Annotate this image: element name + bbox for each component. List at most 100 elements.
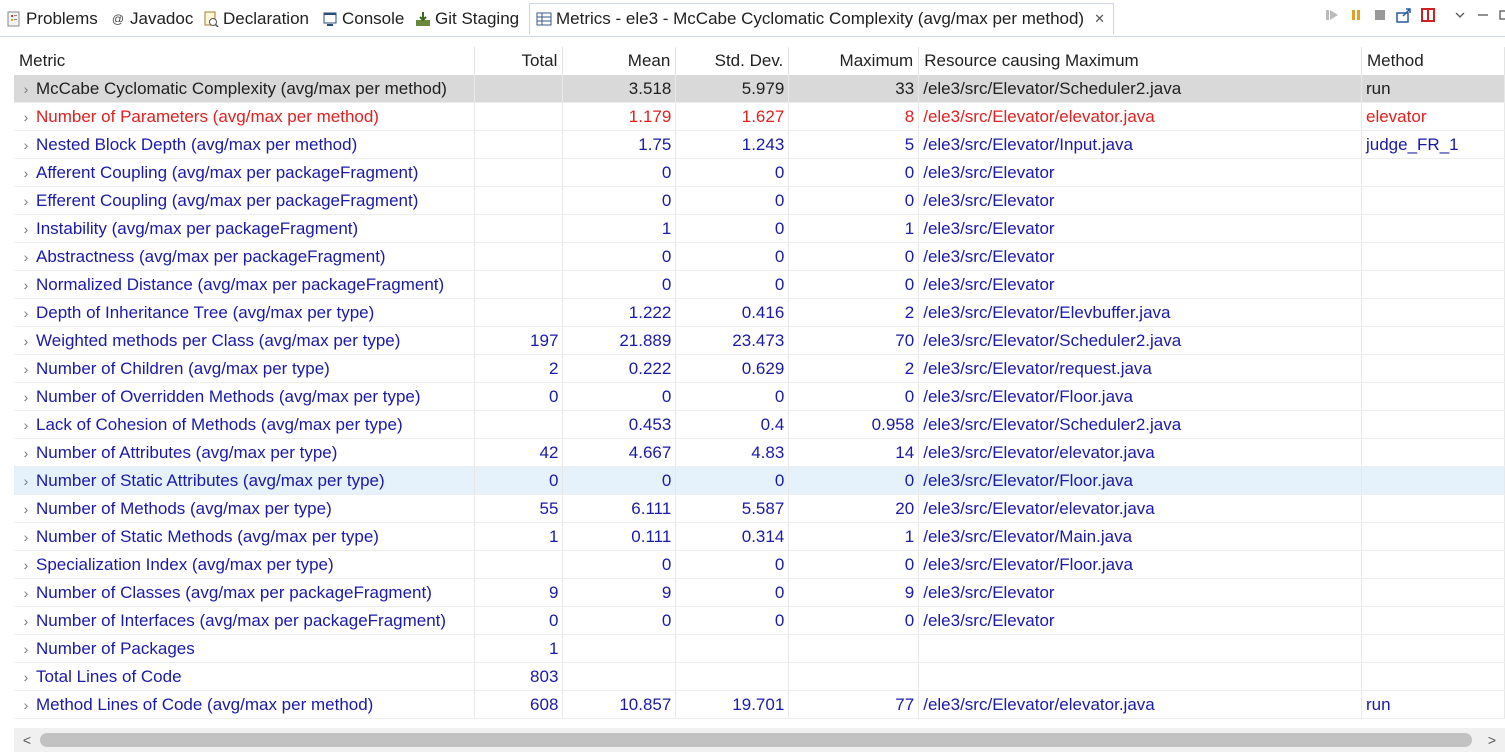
expand-chevron-icon[interactable]: › [16, 585, 36, 601]
table-row[interactable]: › Afferent Coupling (avg/max per packageF… [14, 158, 1505, 187]
metric-label: Method Lines of Code (avg/max per method… [36, 694, 374, 714]
expand-chevron-icon[interactable]: › [16, 277, 36, 293]
column-header-mean[interactable]: Mean [562, 47, 677, 75]
pause-icon[interactable] [1348, 7, 1364, 23]
table-row[interactable]: › Nested Block Depth (avg/max per method)… [14, 130, 1505, 159]
total-cell: 55 [474, 494, 564, 523]
std-dev-cell [675, 634, 790, 663]
table-row[interactable]: › McCabe Cyclomatic Complexity (avg/max p… [14, 75, 1505, 103]
metric-cell: › Efferent Coupling (avg/max per packageF… [14, 186, 476, 215]
expand-chevron-icon[interactable]: › [16, 81, 36, 97]
metric-cell: › Number of Children (avg/max per type) [14, 354, 476, 383]
total-cell: 0 [474, 382, 564, 411]
tab-declaration[interactable]: Declaration [203, 4, 309, 34]
table-row[interactable]: › Number of Interfaces (avg/max per packa… [14, 606, 1505, 635]
resource-cell: /ele3/src/Elevator/request.java [918, 354, 1362, 383]
metric-cell: › McCabe Cyclomatic Complexity (avg/max p… [14, 75, 476, 103]
total-cell: 1 [474, 634, 564, 663]
total-cell [474, 298, 564, 327]
table-row[interactable]: › Number of Overridden Methods (avg/max p… [14, 382, 1505, 411]
metric-cell: › Total Lines of Code [14, 662, 476, 691]
scrollbar-thumb[interactable] [40, 733, 1472, 747]
table-row[interactable]: › Number of Children (avg/max per type) 2 0… [14, 354, 1505, 383]
expand-chevron-icon[interactable]: › [16, 221, 36, 237]
total-cell [474, 158, 564, 187]
mean-cell: 9 [562, 578, 677, 607]
table-row[interactable]: › Number of Parameters (avg/max per metho… [14, 102, 1505, 131]
column-header-metric[interactable]: Metric [14, 47, 476, 75]
table-row[interactable]: › Abstractness (avg/max per packageFragme… [14, 242, 1505, 271]
resource-cell: /ele3/src/Elevator/elevator.java [918, 102, 1362, 131]
metric-cell: › Depth of Inheritance Tree (avg/max per … [14, 298, 476, 327]
close-icon[interactable]: ✕ [1094, 11, 1105, 27]
expand-chevron-icon[interactable]: › [16, 193, 36, 209]
tab-console[interactable]: Console [322, 4, 404, 34]
table-row[interactable]: › Number of Static Attributes (avg/max pe… [14, 466, 1505, 495]
table-row[interactable]: › Efferent Coupling (avg/max per packageF… [14, 186, 1505, 215]
resource-cell: /ele3/src/Elevator/Floor.java [918, 382, 1362, 411]
expand-chevron-icon[interactable]: › [16, 109, 36, 125]
expand-chevron-icon[interactable]: › [16, 529, 36, 545]
table-row[interactable]: › Number of Methods (avg/max per type) 55 6… [14, 494, 1505, 523]
table-row[interactable]: › Weighted methods per Class (avg/max per… [14, 326, 1505, 355]
run-icon[interactable] [1324, 7, 1340, 23]
tab-problems[interactable]: Problems [6, 4, 98, 34]
expand-chevron-icon[interactable]: › [16, 669, 36, 685]
table-row[interactable]: › Number of Attributes (avg/max per type)… [14, 438, 1505, 467]
table-row[interactable]: › Specialization Index (avg/max per type)… [14, 550, 1505, 579]
table-row[interactable]: › Method Lines of Code (avg/max per metho… [14, 690, 1505, 719]
table-row[interactable]: › Total Lines of Code 803 [14, 662, 1505, 691]
expand-chevron-icon[interactable]: › [16, 445, 36, 461]
maximize-icon[interactable] [1498, 9, 1505, 21]
column-header-method[interactable]: Method [1361, 47, 1505, 75]
mean-cell: 0 [562, 186, 677, 215]
maximum-cell: 8 [788, 102, 920, 131]
view-menu-icon[interactable] [1454, 9, 1466, 21]
total-cell: 2 [474, 354, 564, 383]
method-cell [1361, 578, 1505, 607]
scroll-right-icon[interactable]: > [1483, 731, 1501, 749]
scroll-left-icon[interactable]: < [18, 731, 36, 749]
column-header-maximum[interactable]: Maximum [788, 47, 920, 75]
column-header-total[interactable]: Total [474, 47, 564, 75]
table-row[interactable]: › Normalized Distance (avg/max per packag… [14, 270, 1505, 299]
table-row[interactable]: › Instability (avg/max per packageFragmen… [14, 214, 1505, 243]
horizontal-scrollbar[interactable]: < > [14, 728, 1505, 752]
expand-chevron-icon[interactable]: › [16, 137, 36, 153]
expand-chevron-icon[interactable]: › [16, 305, 36, 321]
method-cell [1361, 186, 1505, 215]
expand-chevron-icon[interactable]: › [16, 501, 36, 517]
expand-chevron-icon[interactable]: › [16, 473, 36, 489]
table-row[interactable]: › Number of Packages 1 [14, 634, 1505, 663]
expand-chevron-icon[interactable]: › [16, 165, 36, 181]
expand-chevron-icon[interactable]: › [16, 389, 36, 405]
method-cell [1361, 214, 1505, 243]
table-row[interactable]: › Lack of Cohesion of Methods (avg/max pe… [14, 410, 1505, 439]
table-row[interactable]: › Number of Static Methods (avg/max per t… [14, 522, 1505, 551]
git-staging-icon [415, 11, 431, 27]
expand-chevron-icon[interactable]: › [16, 557, 36, 573]
method-cell [1361, 634, 1505, 663]
minimize-icon[interactable] [1476, 9, 1490, 21]
column-header-std-dev[interactable]: Std. Dev. [675, 47, 790, 75]
mean-cell: 0 [562, 242, 677, 271]
tab-metrics[interactable]: Metrics - ele3 - McCabe Cyclomatic Compl… [529, 3, 1115, 35]
tab-git-staging[interactable]: Git Staging [415, 4, 519, 34]
expand-chevron-icon[interactable]: › [16, 417, 36, 433]
expand-chevron-icon[interactable]: › [16, 613, 36, 629]
tab-javadoc[interactable]: @ Javadoc [110, 4, 193, 34]
method-cell [1361, 158, 1505, 187]
expand-chevron-icon[interactable]: › [16, 249, 36, 265]
table-row[interactable]: › Number of Classes (avg/max per packageF… [14, 578, 1505, 607]
expand-chevron-icon[interactable]: › [16, 333, 36, 349]
column-header-resource[interactable]: Resource causing Maximum [918, 47, 1362, 75]
expand-chevron-icon[interactable]: › [16, 361, 36, 377]
expand-chevron-icon[interactable]: › [16, 641, 36, 657]
expand-chevron-icon[interactable]: › [16, 697, 36, 713]
layout-icon[interactable] [1420, 7, 1436, 23]
resource-cell: /ele3/src/Elevator [918, 270, 1362, 299]
export-icon[interactable] [1396, 7, 1412, 23]
method-cell [1361, 326, 1505, 355]
stop-icon[interactable] [1372, 7, 1388, 23]
table-row[interactable]: › Depth of Inheritance Tree (avg/max per … [14, 298, 1505, 327]
